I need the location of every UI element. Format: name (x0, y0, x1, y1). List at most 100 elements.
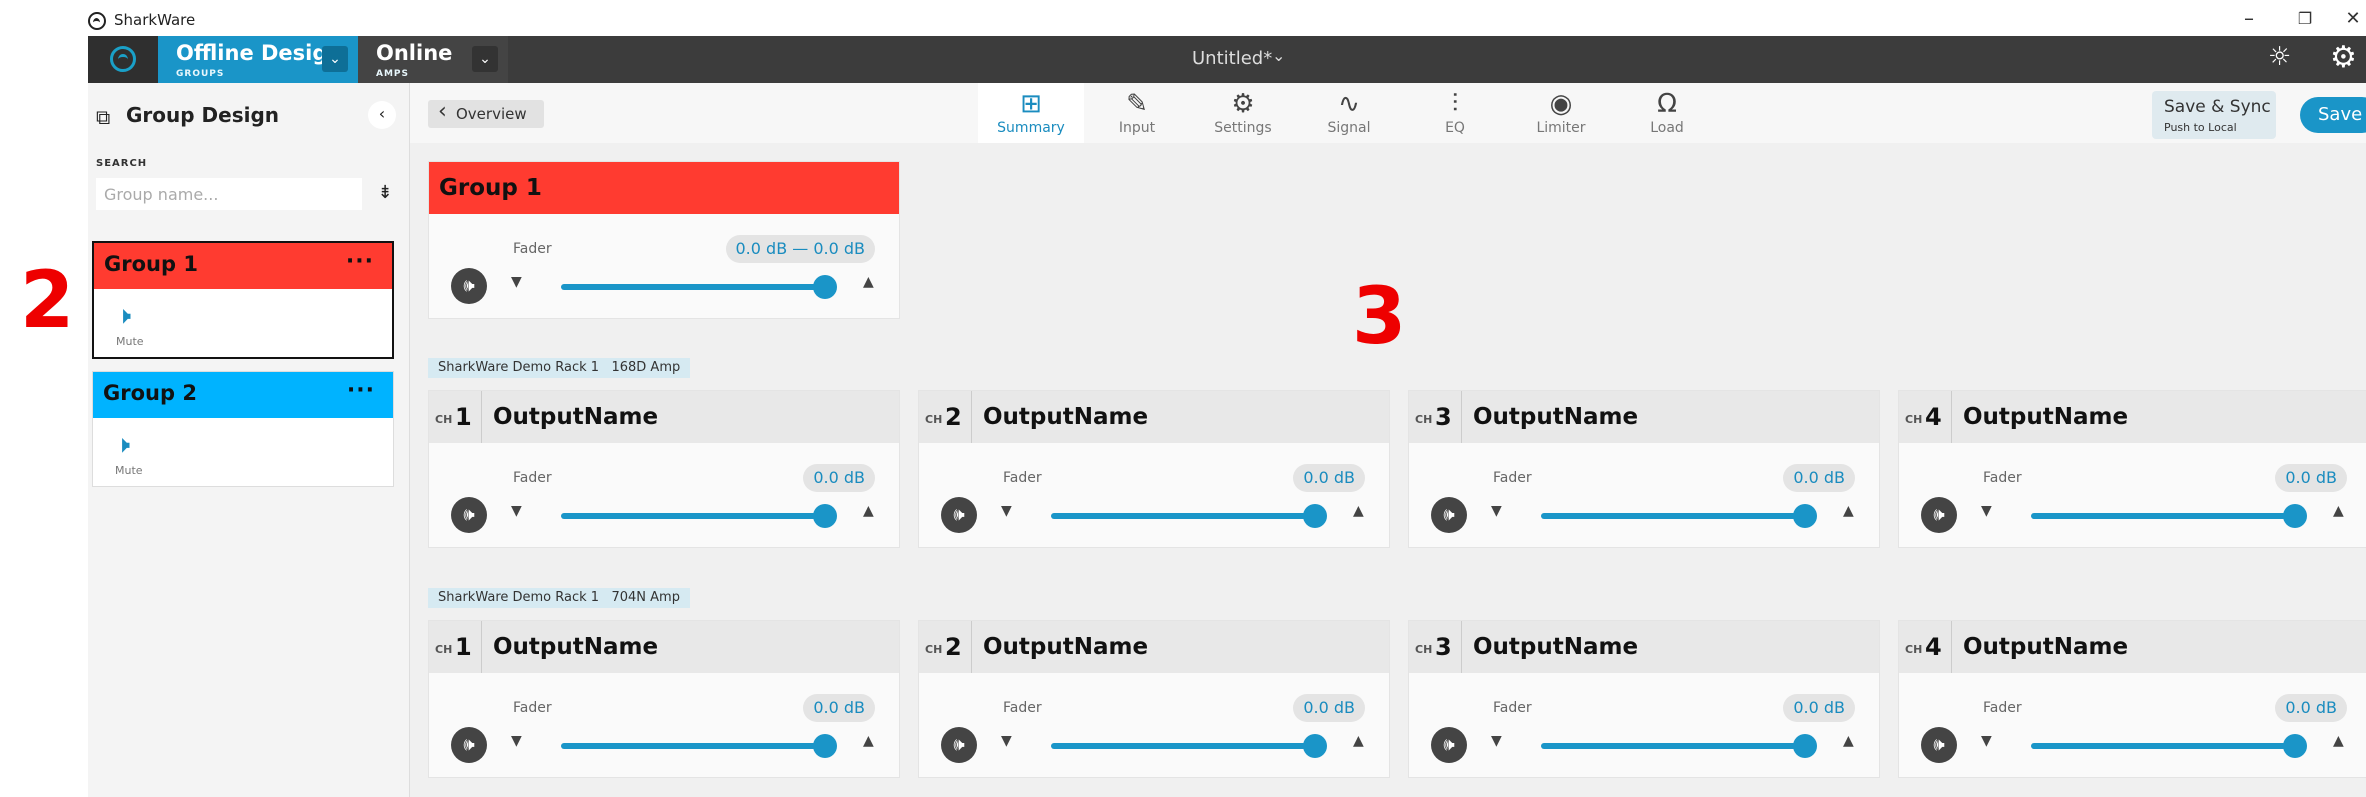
decrease-triangle-icon[interactable]: ▼ (511, 733, 522, 749)
decrease-triangle-icon[interactable]: ▼ (511, 274, 522, 290)
output-name[interactable]: OutputName (493, 404, 658, 430)
mute-speaker-icon[interactable]: 🕪 (1431, 497, 1467, 533)
restore-icon[interactable]: ❐ (2290, 9, 2320, 28)
collapse-sidebar-button[interactable]: ‹ (368, 101, 396, 129)
speaker-icon[interactable]: 🕨 (115, 430, 130, 458)
output-name[interactable]: OutputName (1473, 634, 1638, 660)
fader-value[interactable]: 0.0 dB (803, 694, 875, 722)
home-button[interactable] (88, 36, 158, 83)
increase-triangle-icon[interactable]: ▲ (2333, 503, 2344, 519)
fader-thumb[interactable] (2283, 504, 2307, 528)
output-name[interactable]: OutputName (983, 634, 1148, 660)
mute-speaker-icon[interactable]: 🕪 (451, 497, 487, 533)
gear-icon[interactable]: ⚙ (2330, 40, 2357, 75)
fader-value[interactable]: 0.0 dB (1293, 464, 1365, 492)
decrease-triangle-icon[interactable]: ▼ (511, 503, 522, 519)
fader-thumb[interactable] (813, 734, 837, 758)
fader-value[interactable]: 0.0 dB (2275, 694, 2347, 722)
decrease-triangle-icon[interactable]: ▼ (1491, 733, 1502, 749)
save-button[interactable]: Save (2300, 97, 2366, 133)
fader-value[interactable]: 0.0 dB (1783, 694, 1855, 722)
fader-track[interactable] (1541, 513, 1805, 519)
decrease-triangle-icon[interactable]: ▼ (1981, 503, 1992, 519)
mute-speaker-icon[interactable]: 🕪 (941, 497, 977, 533)
mute-speaker-icon[interactable]: 🕪 (451, 727, 487, 763)
fader-track[interactable] (2031, 743, 2295, 749)
fader-track[interactable] (561, 743, 825, 749)
fader-value[interactable]: 0.0 dB — 0.0 dB (725, 235, 875, 263)
fader-value[interactable]: 0.0 dB (803, 464, 875, 492)
header-divider (971, 621, 972, 673)
increase-triangle-icon[interactable]: ▲ (863, 733, 874, 749)
fader-thumb[interactable] (1303, 734, 1327, 758)
group-card-2[interactable]: Group 2 ··· 🕨 Mute (92, 371, 394, 487)
online-chevron-down-icon[interactable]: ⌄ (472, 46, 498, 72)
tab-load[interactable]: Ω Load (1614, 83, 1720, 143)
output-name[interactable]: OutputName (493, 634, 658, 660)
fader-thumb[interactable] (1793, 504, 1817, 528)
save-sync-button[interactable]: Save & Sync Push to Local (2152, 91, 2276, 139)
group-card-1[interactable]: Group 1 ··· 🕨 Mute (92, 241, 394, 359)
tab-input[interactable]: ✎ Input (1084, 83, 1190, 143)
fader-value[interactable]: 0.0 dB (2275, 464, 2347, 492)
group-menu-button[interactable]: ··· (347, 378, 375, 403)
fader-track[interactable] (1051, 513, 1315, 519)
fader-thumb[interactable] (813, 504, 837, 528)
tab-limiter[interactable]: ◉ Limiter (1508, 83, 1614, 143)
group-menu-button[interactable]: ··· (346, 249, 374, 274)
decrease-triangle-icon[interactable]: ▼ (1001, 503, 1012, 519)
fader-thumb[interactable] (1303, 504, 1327, 528)
output-name[interactable]: OutputName (1473, 404, 1638, 430)
close-icon[interactable]: ✕ (2338, 8, 2366, 29)
output-name[interactable]: OutputName (1963, 404, 2128, 430)
mute-speaker-icon[interactable]: 🕪 (941, 727, 977, 763)
fader-track[interactable] (2031, 513, 2295, 519)
offline-design-button[interactable]: Offline Design GROUPS ⌄ (158, 36, 358, 83)
sort-icon[interactable]: ⇟ (370, 179, 400, 209)
decrease-triangle-icon[interactable]: ▼ (1491, 503, 1502, 519)
fader-track[interactable] (1051, 743, 1315, 749)
channel-panel: CH 3 OutputName Fader 0.0 dB 🕪 ▼ ▲ (1408, 390, 1880, 548)
mute-speaker-icon[interactable]: 🕪 (451, 268, 487, 304)
fader-value[interactable]: 0.0 dB (1293, 694, 1365, 722)
tab-eq[interactable]: ⫶ EQ (1402, 83, 1508, 143)
minimize-icon[interactable]: – (2234, 6, 2264, 30)
annotation-number: 3 (1352, 272, 1407, 362)
fader-track[interactable] (561, 284, 825, 290)
fader-value[interactable]: 0.0 dB (1783, 464, 1855, 492)
increase-triangle-icon[interactable]: ▲ (863, 274, 874, 290)
decrease-triangle-icon[interactable]: ▼ (1001, 733, 1012, 749)
document-chevron-down-icon[interactable]: ⌄ (1272, 46, 1285, 65)
mute-speaker-icon[interactable]: 🕪 (1921, 497, 1957, 533)
fader-track[interactable] (561, 513, 825, 519)
fader-thumb[interactable] (2283, 734, 2307, 758)
annotation-number: 2 (20, 256, 75, 346)
fader-label: Fader (1493, 700, 1532, 716)
channel-number: 4 (1925, 633, 1942, 661)
tab-label: Input (1118, 120, 1156, 136)
increase-triangle-icon[interactable]: ▲ (1843, 733, 1854, 749)
offline-chevron-down-icon[interactable]: ⌄ (322, 46, 348, 72)
lightbulb-icon[interactable]: ☼ (2268, 42, 2291, 72)
increase-triangle-icon[interactable]: ▲ (1843, 503, 1854, 519)
fader-track[interactable] (1541, 743, 1805, 749)
online-button[interactable]: Online AMPS ⌄ (358, 36, 508, 83)
tab-signal[interactable]: ∿ Signal (1296, 83, 1402, 143)
document-title[interactable]: Untitled* (1192, 48, 1272, 69)
increase-triangle-icon[interactable]: ▲ (1353, 733, 1364, 749)
tab-summary[interactable]: ⊞ Summary (978, 83, 1084, 143)
mute-speaker-icon[interactable]: 🕪 (1921, 727, 1957, 763)
decrease-triangle-icon[interactable]: ▼ (1981, 733, 1992, 749)
search-input[interactable] (96, 178, 362, 210)
tab-settings[interactable]: ⚙ Settings (1190, 83, 1296, 143)
increase-triangle-icon[interactable]: ▲ (2333, 733, 2344, 749)
output-name[interactable]: OutputName (1963, 634, 2128, 660)
fader-thumb[interactable] (813, 275, 837, 299)
increase-triangle-icon[interactable]: ▲ (1353, 503, 1364, 519)
fader-thumb[interactable] (1793, 734, 1817, 758)
increase-triangle-icon[interactable]: ▲ (863, 503, 874, 519)
output-name[interactable]: OutputName (983, 404, 1148, 430)
speaker-icon[interactable]: 🕨 (116, 301, 131, 329)
mute-speaker-icon[interactable]: 🕪 (1431, 727, 1467, 763)
overview-button[interactable]: Overview (428, 98, 544, 128)
